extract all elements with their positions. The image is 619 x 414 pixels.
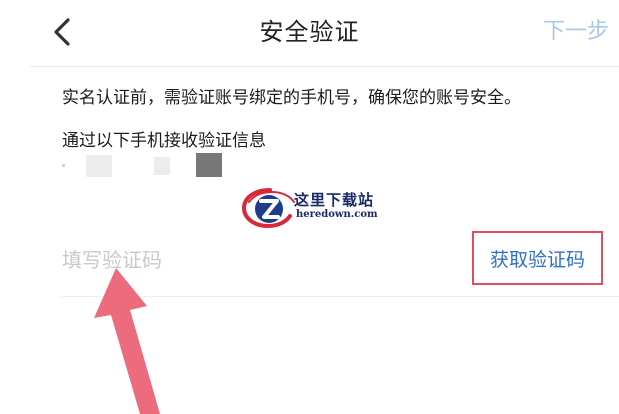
watermark-en: heredown.com: [296, 209, 378, 220]
watermark-cn: 这里下载站: [294, 191, 375, 209]
get-code-button[interactable]: 获取验证码: [472, 231, 603, 285]
mask-block: [154, 157, 170, 175]
arrow-up-icon: [94, 268, 160, 414]
mask-block: [86, 155, 112, 177]
watermark: 这里下载站 heredown.com: [240, 186, 380, 230]
receive-phone-label: 通过以下手机接收验证信息: [62, 131, 266, 151]
mask-block-dark: [196, 153, 222, 177]
page-title: 安全验证: [259, 18, 360, 46]
header-bar: 安全验证 下一步: [0, 0, 619, 64]
header-divider: [30, 66, 619, 67]
verification-notice: 实名认证前，需验证账号绑定的手机号，确保您的账号安全。: [62, 88, 521, 108]
mask-dot: [62, 164, 65, 167]
security-verification-screen: 安全验证 下一步 实名认证前，需验证账号绑定的手机号，确保您的账号安全。 通过以…: [0, 0, 619, 414]
next-step-button[interactable]: 下一步: [543, 14, 609, 50]
heredown-logo-icon: [241, 188, 295, 229]
masked-phone-number: [60, 153, 240, 179]
